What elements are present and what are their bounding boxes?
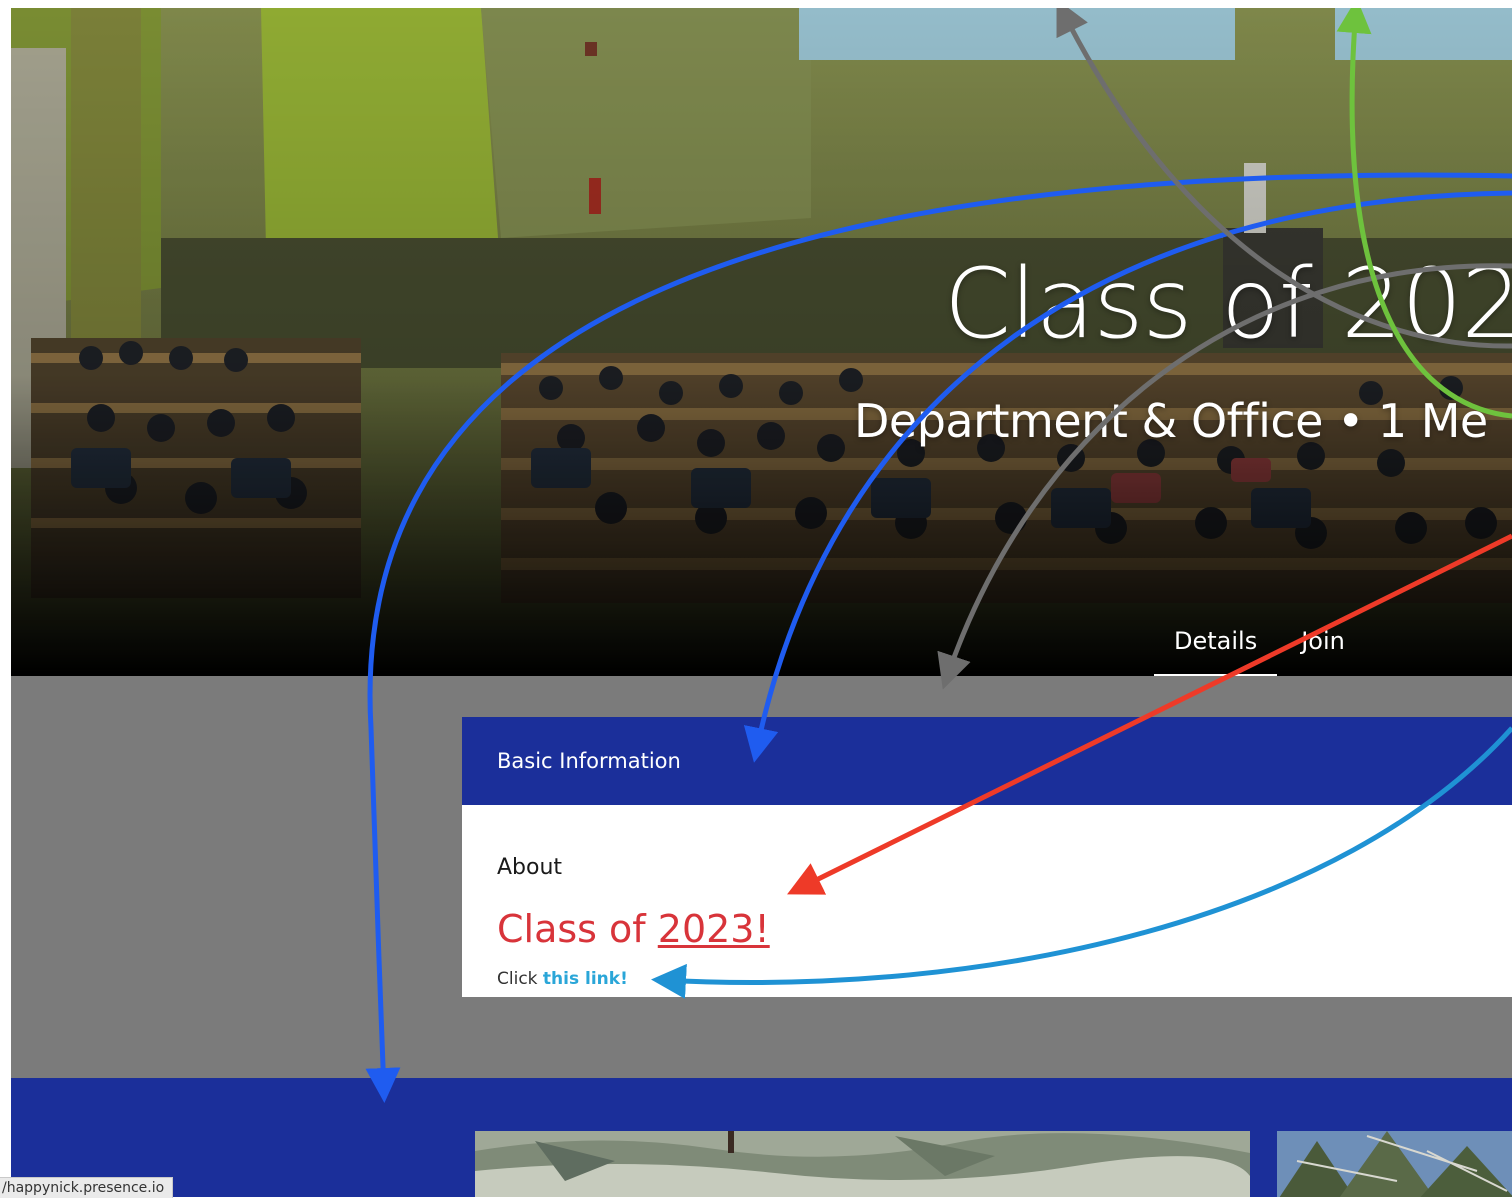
bottom-band <box>11 1078 1512 1197</box>
basic-information-card: Basic Information About Class of 2023! C… <box>462 717 1512 997</box>
page-subtitle: Department & Office • 1 Me <box>854 394 1488 448</box>
page-title: Class of 202 <box>944 248 1512 360</box>
tab-details[interactable]: Details <box>1154 620 1278 676</box>
card-header: Basic Information <box>462 717 1512 805</box>
page: Class of 202 Department & Office • 1 Me … <box>11 8 1512 1197</box>
hero-tabs: Details Join <box>1154 620 1365 676</box>
this-link[interactable]: this link! <box>543 969 628 989</box>
class-heading: Class of 2023! <box>497 907 770 951</box>
click-line: Click this link! <box>497 969 628 989</box>
thumbnail-image[interactable] <box>475 1131 1250 1197</box>
tab-join[interactable]: Join <box>1277 620 1365 674</box>
class-heading-link[interactable]: 2023! <box>658 907 770 951</box>
class-heading-text: Class of <box>497 907 658 951</box>
status-bar-url: /happynick.presence.io <box>0 1177 174 1198</box>
thumbnail-image-2[interactable] <box>1277 1131 1512 1197</box>
hero-banner: Class of 202 Department & Office • 1 Me … <box>11 8 1512 676</box>
about-label: About <box>497 855 563 880</box>
click-prefix: Click <box>497 969 543 989</box>
